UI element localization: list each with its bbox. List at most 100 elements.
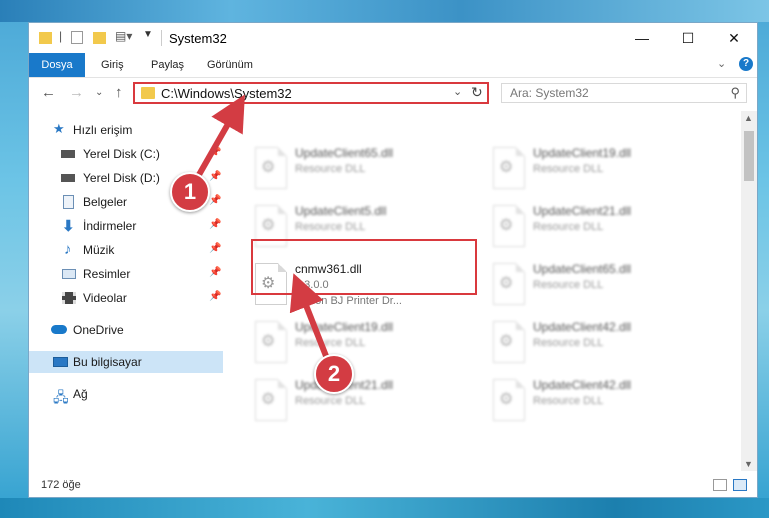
chevron-down-icon[interactable]: ⌄ (453, 85, 462, 98)
details-view-icon[interactable] (713, 479, 727, 491)
pin-icon[interactable]: 📌 (209, 195, 221, 206)
title-bar: | ▤▾ ▼ System32 — ☐ ✕ (29, 23, 757, 53)
pin-icon[interactable]: 📌 (209, 219, 221, 230)
file-type: Resource DLL (533, 279, 604, 291)
desktop-background (0, 0, 769, 22)
gear-icon: ⚙ (261, 217, 276, 234)
drive-icon (61, 174, 75, 182)
view-options-icon[interactable]: ▤▾ (115, 29, 132, 43)
sidebar-item-pictures[interactable]: Resimler 📌 (29, 263, 223, 285)
folder-icon (39, 32, 52, 44)
help-button[interactable]: ? (739, 57, 753, 71)
sidebar-item-this-pc[interactable]: Bu bilgisayar (29, 351, 223, 373)
documents-icon (63, 195, 74, 209)
search-placeholder: Ara: System32 (510, 86, 589, 100)
file-item[interactable]: ⚙ UpdateClient19.dll Resource DLL (251, 317, 481, 371)
up-arrow-icon[interactable]: ↑ (115, 84, 123, 101)
drive-icon (61, 150, 75, 158)
item-count: 172 öğe (41, 479, 81, 491)
step-badge-1: 1 (170, 172, 210, 212)
sidebar-item-network[interactable]: 🖧 Ağ (29, 383, 223, 405)
file-type: Resource DLL (533, 395, 604, 407)
gear-icon: ⚙ (499, 217, 514, 234)
sidebar-item-disk-c[interactable]: Yerel Disk (C:) 📌 (29, 143, 223, 165)
sidebar-item-label: Yerel Disk (D:) (83, 171, 160, 185)
scrollbar-thumb[interactable] (744, 131, 754, 181)
gear-icon: ⚙ (499, 275, 514, 292)
sidebar-item-label: Hızlı erişim (73, 123, 133, 137)
vertical-scrollbar[interactable]: ▲ ▼ (741, 111, 757, 471)
file-type: Resource DLL (295, 221, 366, 233)
properties-icon[interactable] (71, 31, 83, 44)
gear-icon: ⚙ (261, 159, 276, 176)
gear-icon: ⚙ (499, 333, 514, 350)
file-description: Canon BJ Printer Dr... (295, 295, 402, 307)
file-item[interactable]: ⚙ UpdateClient65.dll Resource DLL (489, 259, 719, 313)
back-arrow-icon[interactable]: ← (41, 84, 56, 101)
file-explorer-window: | ▤▾ ▼ System32 — ☐ ✕ Dosya Giriş Paylaş… (28, 22, 758, 498)
forward-arrow-icon[interactable]: → (69, 84, 84, 101)
navigation-pane: ★ Hızlı erişim Yerel Disk (C:) 📌 Yerel D… (29, 111, 225, 471)
file-type: Resource DLL (295, 395, 366, 407)
sidebar-item-label: Videolar (83, 291, 127, 305)
sidebar-item-onedrive[interactable]: OneDrive (29, 319, 223, 341)
search-icon[interactable]: ⚲ (730, 85, 740, 101)
file-type: Resource DLL (533, 163, 604, 175)
sidebar-item-label: Resimler (83, 267, 131, 281)
expand-ribbon-icon[interactable]: ⌄ (717, 57, 726, 70)
tab-home[interactable]: Giriş (101, 53, 124, 77)
close-button[interactable]: ✕ (711, 23, 757, 53)
pin-icon[interactable]: 📌 (209, 171, 221, 182)
sidebar-item-label: Belgeler (83, 195, 128, 209)
pin-icon[interactable]: 📌 (209, 291, 221, 302)
file-item[interactable]: ⚙ UpdateClient21.dll Resource DLL (489, 201, 719, 255)
large-icons-view-icon[interactable] (733, 479, 747, 491)
separator-icon: | (59, 29, 63, 43)
sidebar-item-label: Yerel Disk (C:) (83, 147, 160, 161)
pin-icon[interactable]: 📌 (209, 267, 221, 278)
sidebar-item-videos[interactable]: Videolar 📌 (29, 287, 223, 309)
file-type: Resource DLL (295, 337, 366, 349)
pin-icon[interactable]: 📌 (209, 147, 221, 158)
tab-file[interactable]: Dosya (29, 53, 85, 77)
customize-toolbar-icon[interactable]: ▼ (143, 29, 153, 40)
ribbon-tabs: Dosya Giriş Paylaş Görünüm ⌄ ? (29, 53, 757, 78)
minimize-button[interactable]: — (619, 23, 665, 53)
pin-icon[interactable]: 📌 (209, 243, 221, 254)
title-divider (161, 30, 162, 46)
tab-share[interactable]: Paylaş (151, 53, 184, 77)
file-type: Resource DLL (295, 163, 366, 175)
scroll-up-icon[interactable]: ▲ (744, 113, 753, 123)
file-item[interactable]: ⚙ UpdateClient21.dll Resource DLL (251, 375, 481, 429)
search-input[interactable]: Ara: System32 ⚲ (501, 83, 747, 103)
recent-locations-icon[interactable]: ⌄ (95, 87, 103, 98)
file-name: UpdateClient5.dll (295, 204, 387, 218)
music-icon: ♪ (64, 241, 72, 258)
file-item[interactable]: ⚙ UpdateClient65.dll Resource DLL (251, 143, 481, 197)
pictures-icon (62, 269, 76, 279)
sidebar-item-label: OneDrive (73, 323, 124, 337)
videos-icon (62, 292, 76, 304)
scroll-down-icon[interactable]: ▼ (744, 459, 753, 469)
gear-icon: ⚙ (499, 391, 514, 408)
file-name: UpdateClient65.dll (533, 262, 632, 276)
folder-icon (141, 87, 155, 99)
address-path[interactable]: C:\Windows\System32 (161, 86, 292, 101)
new-folder-icon[interactable] (93, 32, 106, 44)
maximize-button[interactable]: ☐ (665, 23, 711, 53)
address-bar[interactable]: C:\Windows\System32 ⌄ ↻ (133, 82, 489, 104)
file-item[interactable]: ⚙ UpdateClient19.dll Resource DLL (489, 143, 719, 197)
sidebar-item-quick-access[interactable]: ★ Hızlı erişim (29, 119, 223, 141)
sidebar-item-downloads[interactable]: ⬇ İndirmeler 📌 (29, 215, 223, 237)
network-icon: 🖧 (53, 389, 69, 405)
tab-view[interactable]: Görünüm (207, 53, 253, 77)
gear-icon: ⚙ (261, 391, 276, 408)
file-item[interactable]: ⚙ UpdateClient42.dll Resource DLL (489, 375, 719, 429)
file-item[interactable]: ⚙ UpdateClient42.dll Resource DLL (489, 317, 719, 371)
status-bar: 172 öğe (29, 473, 757, 497)
refresh-icon[interactable]: ↻ (471, 84, 483, 101)
desktop-background-bottom (0, 498, 769, 518)
sidebar-item-music[interactable]: ♪ Müzik 📌 (29, 239, 223, 261)
window-title: System32 (169, 31, 227, 46)
star-icon: ★ (53, 121, 65, 136)
